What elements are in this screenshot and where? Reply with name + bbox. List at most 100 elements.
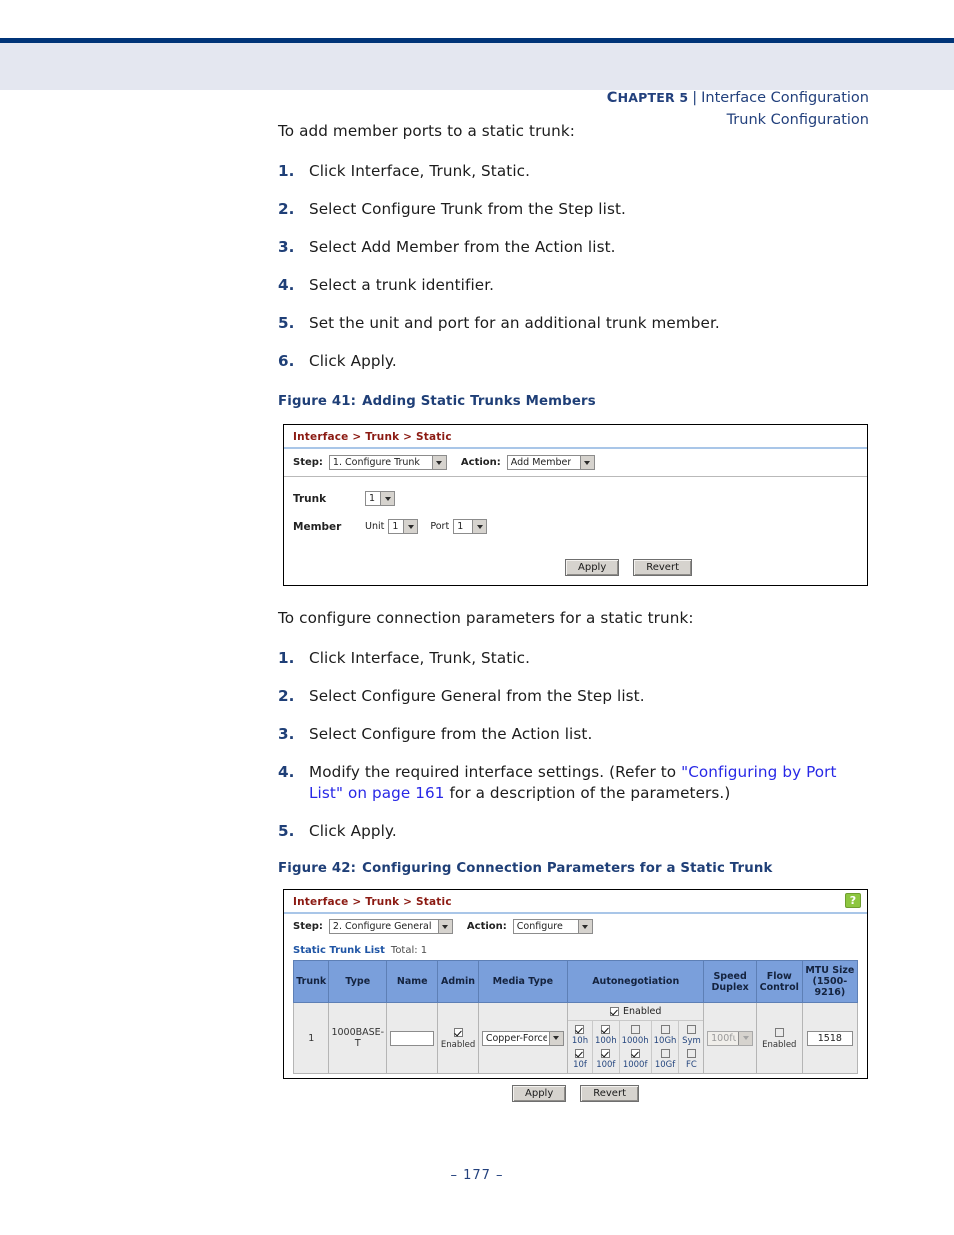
member-label: Member — [293, 520, 342, 533]
step-number: 1. — [278, 649, 295, 667]
step-number: 5. — [278, 822, 295, 840]
autoneg-cell-10: 10h 10f — [568, 1021, 593, 1073]
col-media-type: Media Type — [477, 960, 568, 1003]
header-separator: | — [692, 90, 698, 106]
cell-name — [386, 1002, 439, 1074]
list-total: Total: 1 — [390, 945, 428, 956]
autoneg-sym-checkbox[interactable] — [686, 1025, 696, 1034]
autoneg-100h-checkbox[interactable] — [601, 1025, 611, 1034]
step-select[interactable]: 2. Configure General — [328, 919, 453, 934]
trunk-select[interactable]: 1 — [365, 491, 395, 506]
col-speed-duplex: Speed Duplex — [703, 960, 757, 1003]
step-text: Click Apply. — [309, 822, 397, 840]
step-text: Select Add Member from the Action list. — [309, 238, 616, 256]
breadcrumb: Interface > Trunk > Static — [293, 431, 452, 443]
static-trunk-list-title: Static Trunk List Total: 1 — [284, 937, 867, 960]
autoneg-sym-label: Sym — [682, 1036, 701, 1046]
speed-duplex-select[interactable]: 100full — [707, 1030, 754, 1046]
step-label: Step: — [293, 457, 323, 468]
step-select[interactable]: 1. Configure Trunk — [328, 455, 447, 470]
admin-label: Enabled — [440, 1039, 476, 1050]
mtu-input[interactable]: 1518 — [806, 1030, 853, 1046]
help-icon[interactable]: ? — [845, 893, 861, 908]
autoneg-fc-checkbox[interactable] — [686, 1049, 696, 1058]
figure-42-button-row: Apply Revert — [284, 1074, 867, 1110]
header-title: Interface Configuration — [701, 90, 869, 106]
trunk-label: Trunk — [293, 492, 327, 505]
unit-select[interactable]: 1 — [388, 519, 419, 534]
figure-42-caption: Figure 42: Configuring Connection Paramet… — [278, 861, 772, 876]
section1-steps: 1. Click Interface, Trunk, Static. 2. Se… — [278, 161, 720, 372]
col-speed-duplex-line2: Duplex — [711, 981, 749, 993]
figure-41-caption-title: Adding Static Trunks Members — [362, 394, 596, 409]
cell-trunk: 1 — [292, 1002, 330, 1074]
step-number: 1. — [278, 162, 295, 180]
autoneg-capability-grid: 10h 10f 100h 100f 1000h 1000f 10Gh 10Gf … — [568, 1021, 703, 1073]
flow-control-checkbox[interactable] — [774, 1027, 784, 1037]
revert-button[interactable]: Revert — [633, 559, 692, 576]
list-item: 4. Modify the required interface setting… — [278, 762, 869, 804]
port-select[interactable]: 1 — [453, 519, 488, 534]
step-number: 4. — [278, 763, 295, 781]
apply-button[interactable]: Apply — [565, 559, 620, 576]
figure-42-step-bar: Step: 2. Configure General Action: Confi… — [284, 914, 867, 937]
cell-mtu-size: 1518 — [801, 1002, 859, 1074]
col-admin: Admin — [437, 960, 479, 1003]
table-header-row: Trunk Type Name Admin Media Type Autoneg… — [292, 960, 859, 1003]
chevron-down-icon — [577, 920, 592, 933]
step-number: 3. — [278, 238, 295, 256]
name-input[interactable] — [390, 1030, 435, 1046]
step-text: Set the unit and port for an additional … — [309, 314, 720, 332]
admin-checkbox[interactable] — [453, 1027, 463, 1037]
action-select[interactable]: Configure — [512, 919, 593, 934]
trunk-select-value: 1 — [369, 493, 376, 504]
col-autonegotiation: Autonegotiation — [566, 960, 705, 1003]
header-subtitle: Trunk Configuration — [726, 112, 869, 128]
autoneg-10f-label: 10f — [573, 1060, 587, 1070]
autoneg-100f-checkbox[interactable] — [601, 1049, 611, 1058]
page-header-text: CHAPTER 5 | Interface Configuration Trunk … — [607, 87, 869, 131]
figure-41-panel: Interface > Trunk > Static Step: 1. Conf… — [283, 424, 868, 586]
chevron-down-icon — [380, 492, 394, 505]
action-select[interactable]: Add Member — [506, 455, 595, 470]
revert-button[interactable]: Revert — [580, 1085, 639, 1102]
chevron-down-icon — [472, 520, 487, 533]
section2-lead: To configure connection parameters for a… — [278, 609, 694, 627]
autoneg-10gh-checkbox[interactable] — [660, 1025, 670, 1034]
step-text: Click Interface, Trunk, Static. — [309, 649, 531, 667]
figure-41-caption-label: Figure 41: — [278, 394, 357, 409]
cell-media-type: Copper-Forced — [477, 1002, 568, 1074]
step-label: Step: — [293, 921, 323, 932]
static-trunk-table: Trunk Type Name Admin Media Type Autoneg… — [292, 960, 859, 1074]
apply-button[interactable]: Apply — [512, 1085, 567, 1102]
list-item: 6. Click Apply. — [278, 351, 720, 372]
media-type-select[interactable]: Copper-Forced — [481, 1030, 564, 1046]
autoneg-10gf-checkbox[interactable] — [660, 1049, 670, 1058]
figure-41-step-bar: Step: 1. Configure Trunk Action: Add Mem… — [284, 449, 867, 477]
cell-flow-control: Enabled — [755, 1002, 803, 1074]
page-header-band: CHAPTER 5 | Interface Configuration Trunk … — [0, 43, 954, 128]
step-text-after: for a description of the parameters.) — [444, 784, 731, 802]
chapter-label-smallcaps: HAPTER 5 — [617, 90, 689, 105]
autoneg-10f-checkbox[interactable] — [575, 1049, 585, 1058]
step-number: 2. — [278, 687, 295, 705]
flow-control-label: Enabled — [762, 1039, 797, 1050]
chevron-down-icon — [403, 520, 418, 533]
media-type-value: Copper-Forced — [485, 1032, 547, 1044]
autoneg-1000f-checkbox[interactable] — [630, 1049, 640, 1058]
cell-type-line2: T — [354, 1038, 361, 1049]
chevron-down-icon — [738, 1031, 753, 1045]
section2-steps: 1. Click Interface, Trunk, Static. 2. Se… — [278, 648, 869, 842]
step-select-value: 2. Configure General — [332, 921, 432, 932]
figure-41-caption: Figure 41: Adding Static Trunks Members — [278, 394, 596, 409]
figure-41-breadcrumb: Interface > Trunk > Static — [284, 425, 867, 447]
col-mtu-line2: 9216) — [814, 987, 846, 998]
autoneg-enabled-checkbox[interactable] — [610, 1007, 620, 1016]
autoneg-100f-label: 100f — [596, 1060, 616, 1070]
autoneg-1000h-checkbox[interactable] — [630, 1025, 640, 1034]
unit-select-value: 1 — [392, 521, 399, 532]
autoneg-10h-checkbox[interactable] — [575, 1025, 585, 1034]
step-text: Modify the required interface settings. … — [309, 763, 682, 781]
autoneg-10gf-label: 10Gf — [654, 1060, 676, 1070]
col-flow-control-line1: Flow — [766, 970, 792, 982]
